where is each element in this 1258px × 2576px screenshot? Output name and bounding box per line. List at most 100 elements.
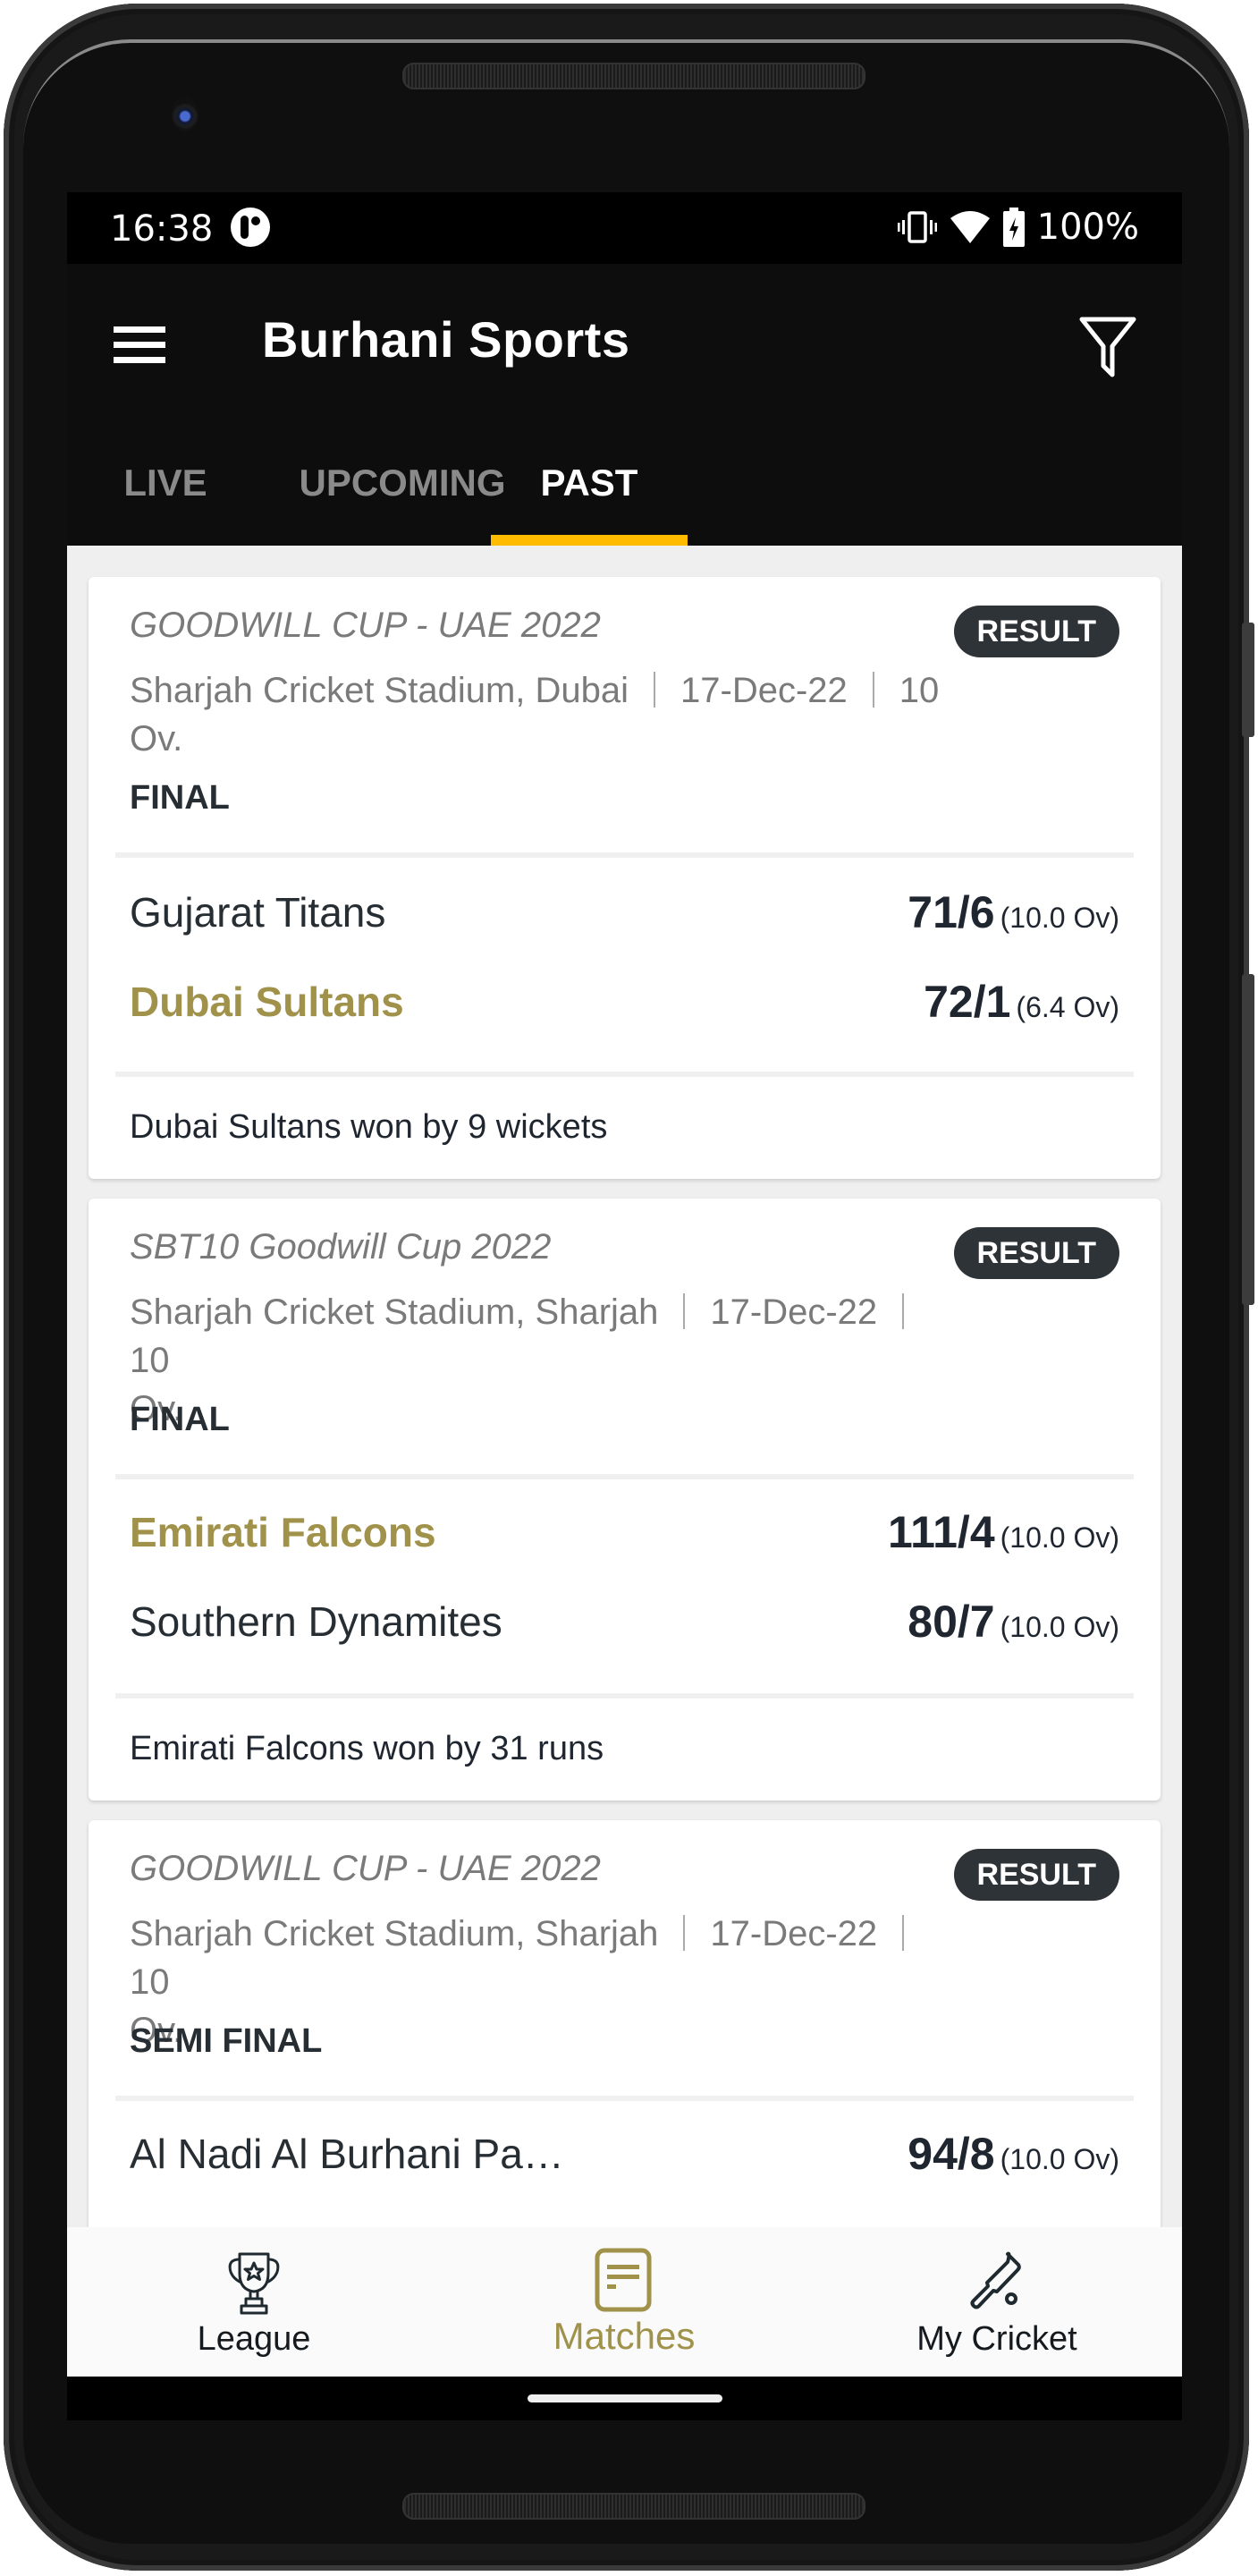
- notification-app-icon: [231, 208, 270, 247]
- cricket-bat-icon: [970, 2251, 1021, 2309]
- score-runs: 72/1: [924, 977, 1011, 1027]
- team-score: 94/8 (10.0 Ov): [908, 2128, 1119, 2180]
- system-nav-bar: [67, 2377, 1182, 2420]
- tab-label: LIVE: [123, 462, 207, 504]
- score-overs: (10.0 Ov): [1000, 902, 1119, 934]
- team-name-winner: Dubai Sultans: [130, 979, 404, 1025]
- tab-past[interactable]: PAST: [491, 420, 688, 546]
- divider: [115, 852, 1134, 858]
- team-row: Gujarat Titans 71/6 (10.0 Ov): [130, 881, 1119, 944]
- trophy-icon: [228, 2252, 280, 2315]
- status-badge: RESULT: [953, 606, 1119, 657]
- tab-indicator: [491, 535, 688, 546]
- team-name: Southern Dynamites: [130, 1598, 502, 1645]
- match-overs: 10: [899, 671, 940, 710]
- meta-separator: [902, 1915, 905, 1951]
- filter-icon[interactable]: [1078, 316, 1137, 378]
- screen: 16:38 100% Burhani Sports LIVE UPCOMING …: [67, 192, 1182, 2420]
- team-row: Emirati Falcons 111/4 (10.0 Ov): [130, 1501, 1119, 1563]
- divider: [115, 1072, 1134, 1077]
- score-runs: 80/7: [908, 1597, 995, 1647]
- matches-list-icon: [595, 2248, 652, 2312]
- divider: [115, 1693, 1134, 1699]
- nav-label: Matches: [553, 2315, 696, 2357]
- meta-separator: [683, 1293, 686, 1329]
- venue: Sharjah Cricket Stadium, Dubai: [130, 671, 629, 710]
- score-runs: 94/8: [908, 2129, 995, 2179]
- match-stage: SEMI FINAL: [130, 2022, 323, 2060]
- match-date: 17-Dec-22: [680, 671, 848, 710]
- team-name: Al Nadi Al Burhani Pa…: [130, 2131, 564, 2177]
- series-name: SBT10 Goodwill Cup 2022: [130, 1227, 552, 1267]
- series-name: GOODWILL CUP - UAE 2022: [130, 1849, 601, 1888]
- match-tabs: LIVE UPCOMING PAST: [67, 420, 1182, 546]
- hamburger-menu-icon[interactable]: [114, 325, 167, 366]
- status-badge: RESULT: [953, 1227, 1119, 1279]
- team-name: Gujarat Titans: [130, 889, 386, 936]
- meta-separator: [683, 1915, 686, 1951]
- match-meta: Sharjah Cricket Stadium, Sharjah 17-Dec-2…: [130, 1288, 952, 1433]
- score-runs: 71/6: [908, 887, 995, 937]
- earpiece-speaker: [402, 63, 865, 89]
- divider: [115, 1474, 1134, 1479]
- match-overs-unit: Ov.: [130, 719, 183, 758]
- match-card[interactable]: GOODWILL CUP - UAE 2022 RESULT Sharjah C…: [89, 577, 1161, 1179]
- status-time: 16:38: [110, 208, 214, 250]
- match-date: 17-Dec-22: [710, 1914, 878, 1953]
- team-name-winner: Emirati Falcons: [130, 1509, 436, 1555]
- divider: [115, 2096, 1134, 2101]
- nav-matches[interactable]: Matches: [490, 2227, 758, 2377]
- bottom-speaker: [402, 2493, 865, 2520]
- front-camera: [172, 97, 198, 132]
- score-overs: (6.4 Ov): [1016, 991, 1119, 1023]
- match-stage: FINAL: [130, 1401, 230, 1438]
- meta-separator: [872, 672, 874, 708]
- nav-label: League: [197, 2320, 311, 2358]
- team-row: Dubai Sultans 72/1 (6.4 Ov): [130, 970, 1119, 1033]
- tab-label: UPCOMING: [299, 462, 506, 504]
- tab-live[interactable]: LIVE: [67, 420, 264, 546]
- score-overs: (10.0 Ov): [1000, 2143, 1119, 2175]
- tab-label: PAST: [540, 462, 638, 504]
- nav-league[interactable]: League: [120, 2227, 388, 2377]
- venue: Sharjah Cricket Stadium, Sharjah: [130, 1292, 659, 1332]
- vibrate-icon: [897, 211, 937, 243]
- volume-button: [1242, 974, 1254, 1305]
- match-result: Dubai Sultans won by 9 wickets: [130, 1108, 608, 1146]
- battery-charging-icon: [1002, 208, 1025, 247]
- match-stage: FINAL: [130, 779, 230, 817]
- status-bar: 16:38 100%: [67, 192, 1182, 264]
- match-date: 17-Dec-22: [710, 1292, 878, 1332]
- venue: Sharjah Cricket Stadium, Sharjah: [130, 1914, 659, 1953]
- team-score: 111/4 (10.0 Ov): [888, 1506, 1119, 1558]
- status-icons: 100%: [897, 207, 1139, 248]
- wifi-icon: [950, 211, 990, 243]
- meta-separator: [654, 672, 656, 708]
- nav-label: My Cricket: [916, 2320, 1077, 2358]
- nav-my-cricket[interactable]: My Cricket: [863, 2227, 1131, 2377]
- match-list[interactable]: GOODWILL CUP - UAE 2022 RESULT Sharjah C…: [67, 546, 1182, 2227]
- battery-percent: 100%: [1036, 207, 1139, 248]
- team-row: Southern Dynamites 80/7 (10.0 Ov): [130, 1590, 1119, 1653]
- score-runs: 111/4: [888, 1507, 995, 1557]
- score-overs: (10.0 Ov): [1000, 1611, 1119, 1643]
- match-meta: Sharjah Cricket Stadium, Dubai 17-Dec-22 1…: [130, 666, 952, 763]
- score-overs: (10.0 Ov): [1000, 1521, 1119, 1554]
- team-row: Al Nadi Al Burhani Pa… 94/8 (10.0 Ov): [130, 2123, 1119, 2185]
- app-bar: Burhani Sports: [67, 264, 1182, 420]
- bottom-nav: League Matches My Cricket: [67, 2227, 1182, 2377]
- team-score: 71/6 (10.0 Ov): [908, 886, 1119, 938]
- team-score: 72/1 (6.4 Ov): [924, 976, 1119, 1028]
- match-card[interactable]: GOODWILL CUP - UAE 2022 RESULT Sharjah C…: [89, 1820, 1161, 2227]
- power-button: [1242, 623, 1254, 737]
- series-name: GOODWILL CUP - UAE 2022: [130, 606, 601, 645]
- match-overs: 10: [130, 1341, 170, 1380]
- meta-separator: [902, 1293, 905, 1329]
- match-overs: 10: [130, 1962, 170, 2002]
- team-score: 80/7 (10.0 Ov): [908, 1596, 1119, 1648]
- home-gesture-handle[interactable]: [528, 2394, 722, 2402]
- match-result: Emirati Falcons won by 31 runs: [130, 1730, 604, 1767]
- match-card[interactable]: SBT10 Goodwill Cup 2022 RESULT Sharjah C…: [89, 1199, 1161, 1801]
- app-title: Burhani Sports: [262, 311, 630, 368]
- status-badge: RESULT: [953, 1849, 1119, 1901]
